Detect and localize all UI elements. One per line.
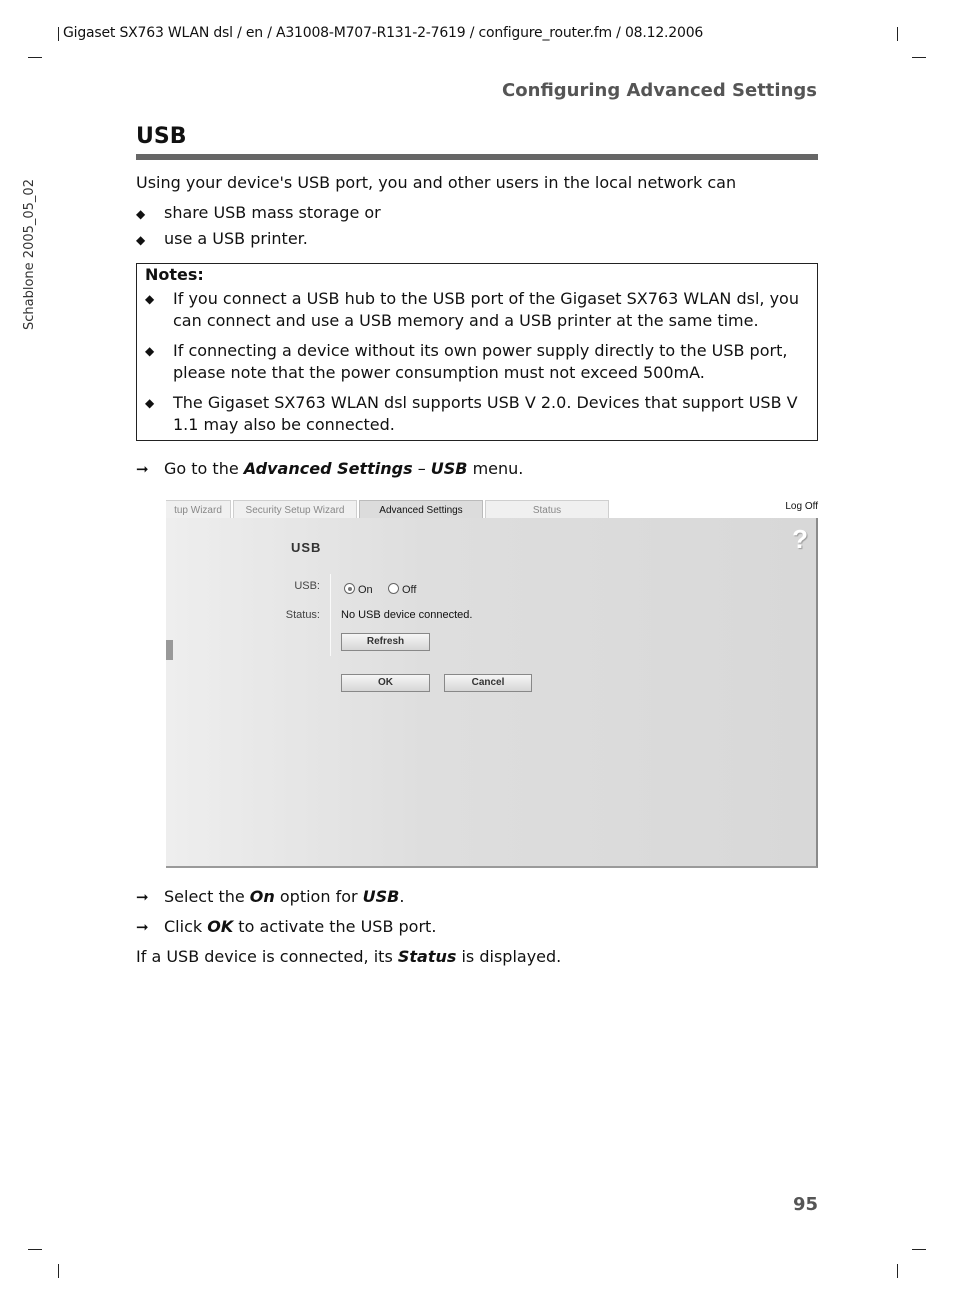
section-title: Configuring Advanced Settings [502,80,817,101]
crop-mark [912,57,926,58]
tab-security-setup-wizard[interactable]: Security Setup Wizard [233,500,357,520]
radio-selected-icon [344,583,355,594]
tab-status[interactable]: Status [485,500,609,520]
arrow-icon: ➞ [136,888,149,906]
log-off-link[interactable]: Log Off [785,501,818,512]
title-rule [136,154,818,160]
step-go-to-menu: ➞ Go to the Advanced Settings – USB menu. [136,459,524,478]
ok-button[interactable]: OK [341,674,430,692]
usb-off-radio[interactable]: Off [388,583,416,596]
settings-panel: ? USB USB: On Off Status: No USB device … [166,518,818,868]
notes-title: Notes: [145,265,204,284]
pane-title: USB [291,540,322,555]
document-info: Gigaset SX763 WLAN dsl / en / A31008-M70… [63,25,704,41]
status-value: No USB device connected. [341,609,473,621]
diamond-bullet-icon: ◆ [136,233,146,247]
bullet-item: ◆ use a USB printer. [136,229,308,248]
note-item: ◆ If you connect a USB hub to the USB po… [145,289,799,330]
arrow-icon: ➞ [136,918,149,936]
help-icon[interactable]: ? [792,524,808,555]
arrow-icon: ➞ [136,460,149,478]
step-click-ok: ➞ Click OK to activate the USB port. [136,917,437,936]
page-number: 95 [792,1194,818,1215]
page-title: USB [136,124,187,149]
note-item: ◆ If connecting a device without its own… [145,341,788,382]
tab-advanced-settings[interactable]: Advanced Settings [359,500,483,520]
usb-label: USB: [294,580,320,592]
usb-on-radio[interactable]: On [344,583,373,596]
note-item: ◆ The Gigaset SX763 WLAN dsl supports US… [145,393,798,434]
bullet-item: ◆ share USB mass storage or [136,203,381,222]
crop-mark [28,1249,42,1250]
diamond-bullet-icon: ◆ [145,292,155,306]
diamond-bullet-icon: ◆ [145,344,155,358]
refresh-button[interactable]: Refresh [341,633,430,651]
header-bar [58,27,59,41]
radio-unselected-icon [388,583,399,594]
outro-text: If a USB device is connected, its Status… [136,947,562,966]
crop-mark [897,1264,898,1278]
tab-setup-wizard[interactable]: tup Wizard [166,500,231,520]
crop-mark [897,27,898,41]
scrollbar-thumb[interactable] [166,640,173,660]
status-label: Status: [285,609,320,621]
diamond-bullet-icon: ◆ [136,207,146,221]
step-select-on: ➞ Select the On option for USB. [136,887,405,906]
notes-box: Notes: ◆ If you connect a USB hub to the… [136,263,818,441]
intro-text: Using your device's USB port, you and ot… [136,173,737,192]
router-ui-screenshot: tup Wizard Security Setup Wizard Advance… [166,498,818,868]
crop-mark [58,1264,59,1278]
divider [330,574,331,656]
template-label: Schablone 2005_05_02 [22,179,37,330]
crop-mark [912,1249,926,1250]
cancel-button[interactable]: Cancel [444,674,532,692]
crop-mark [28,57,42,58]
diamond-bullet-icon: ◆ [145,396,155,410]
